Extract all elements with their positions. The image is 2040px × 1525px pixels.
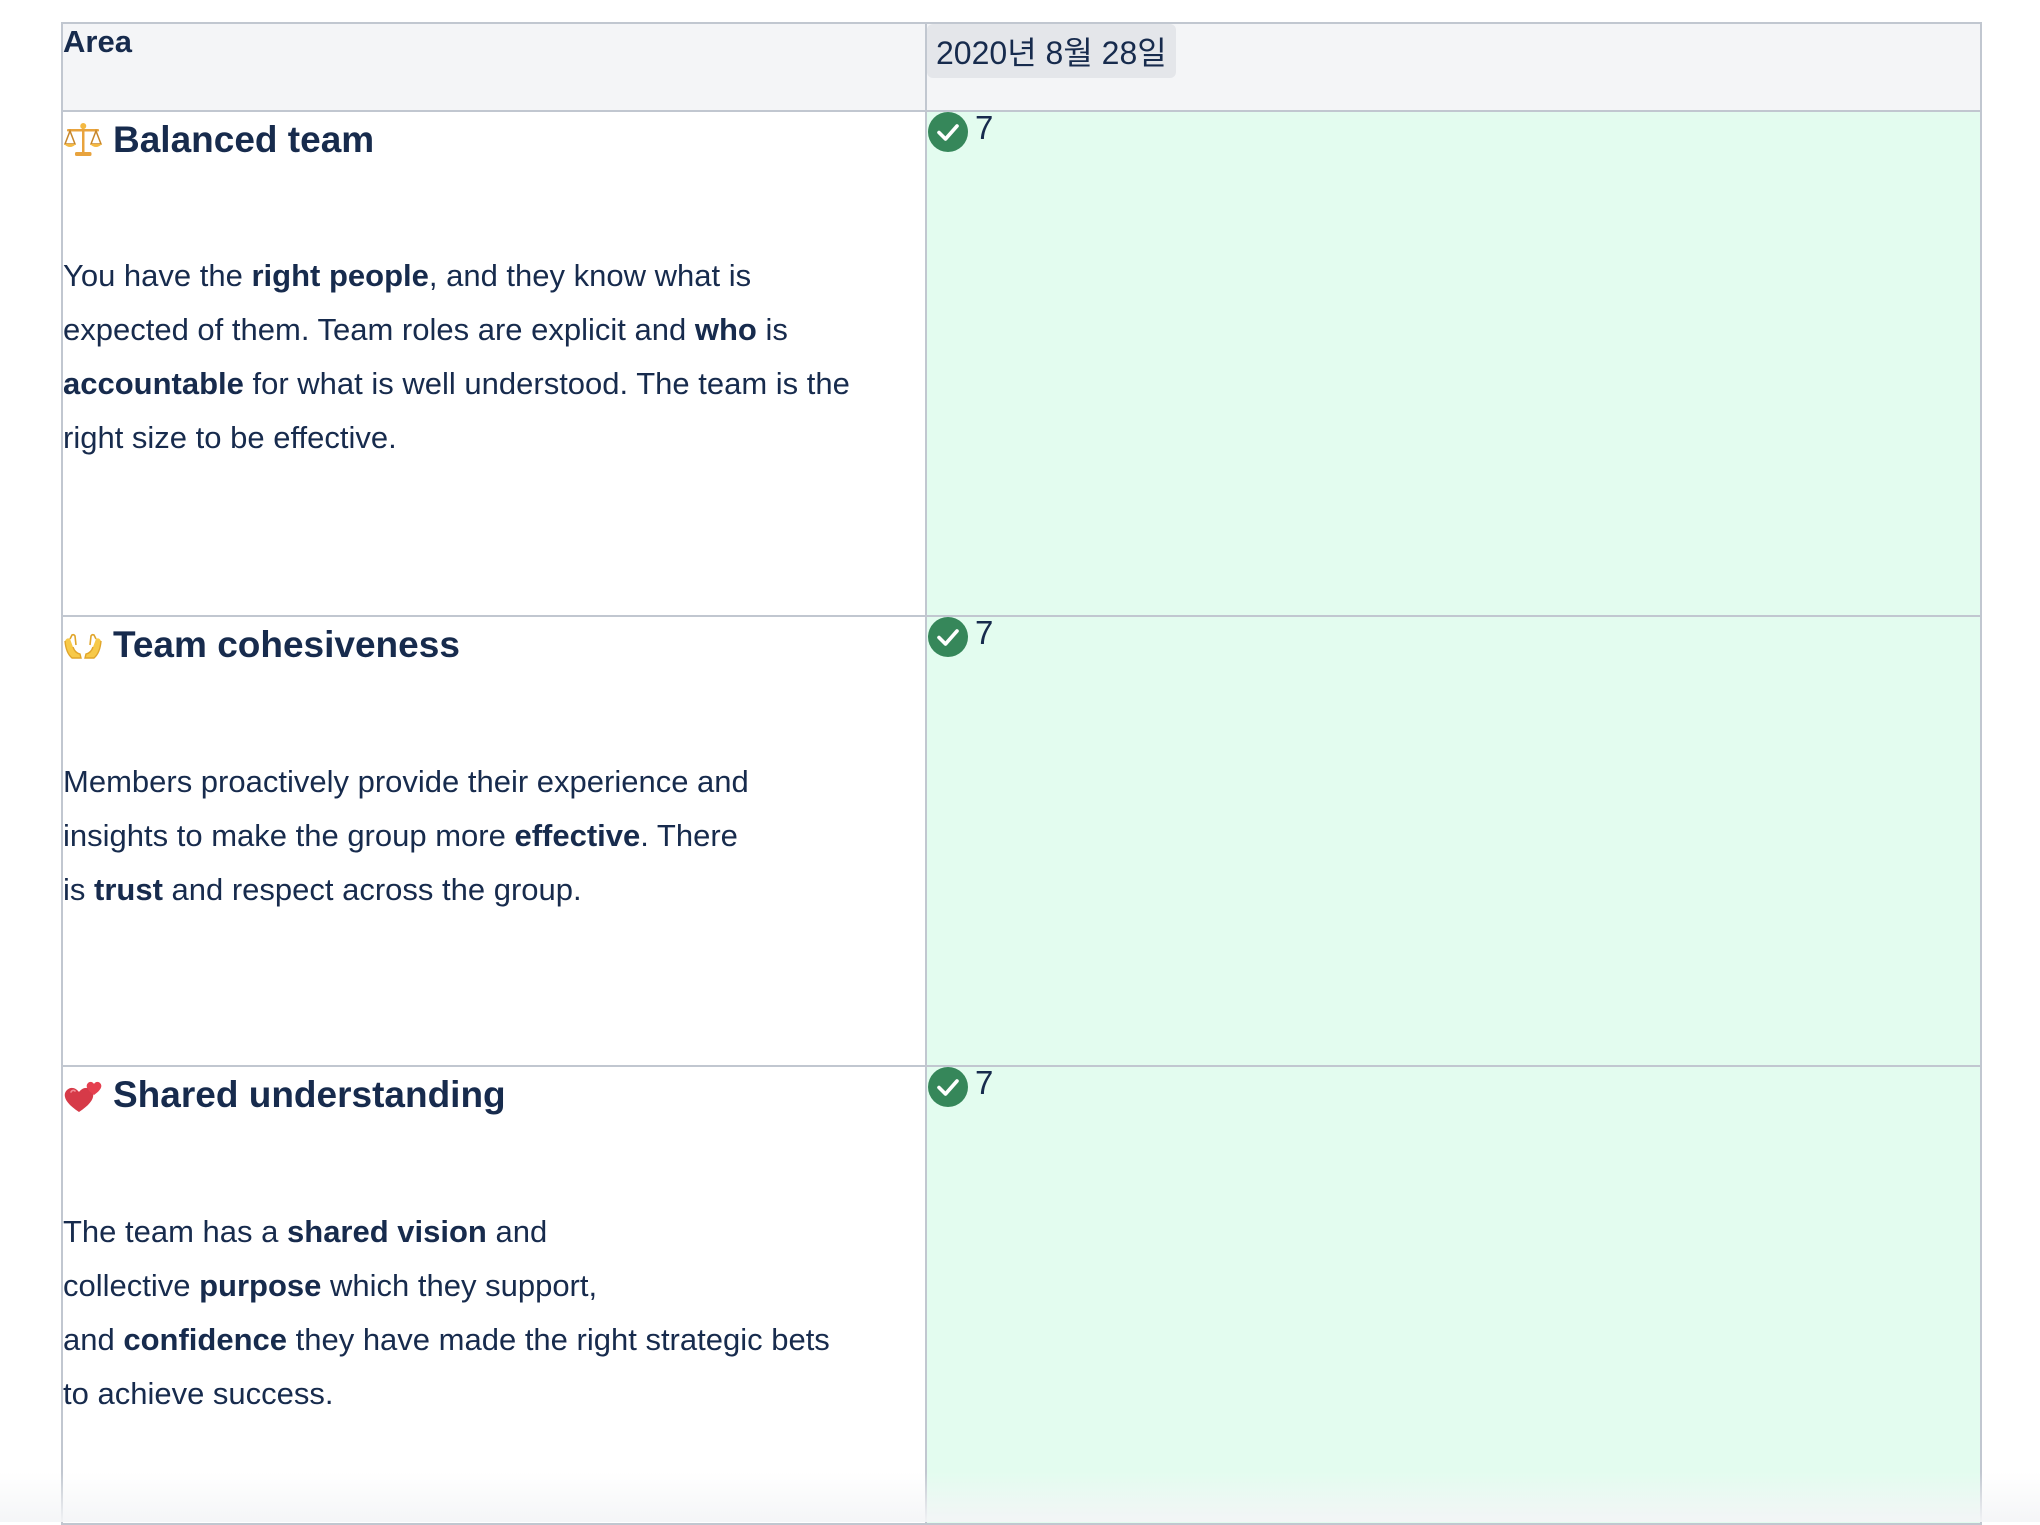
area-description: Members proactively provide their experi…: [63, 764, 749, 907]
health-monitor-table: Area 2020년 8월 28일 Balanced team You have…: [61, 22, 1982, 1525]
header-area: Area: [61, 22, 927, 112]
score-value: 7: [975, 614, 994, 651]
score: 7: [927, 614, 1980, 658]
balance-scale-icon: [63, 120, 103, 160]
score: 7: [927, 109, 1980, 153]
area-cell: Balanced team You have the right people,…: [61, 110, 927, 617]
emphasis-text: right people: [251, 258, 429, 293]
check-circle-icon: [927, 616, 969, 658]
area-description: You have the right people, and they know…: [63, 258, 850, 455]
check-circle-icon: [927, 111, 969, 153]
date-chip[interactable]: 2020년 8월 28일: [927, 24, 1176, 78]
table-row-shared-understanding: Shared understanding The team has a shar…: [61, 1064, 1982, 1525]
area-title: Team cohesiveness: [63, 624, 925, 666]
header-date[interactable]: 2020년 8월 28일: [925, 22, 1982, 112]
emphasis-text: who: [694, 312, 757, 347]
score-value: 7: [975, 1064, 994, 1101]
area-title: Shared understanding: [63, 1074, 925, 1116]
area-cell: Shared understanding The team has a shar…: [61, 1065, 927, 1525]
emphasis-text: accountable: [63, 366, 244, 401]
area-title-text: Team cohesiveness: [113, 624, 460, 665]
emphasis-text: confidence: [123, 1322, 287, 1357]
two-hearts-icon: [63, 1075, 103, 1115]
area-title-text: Shared understanding: [113, 1074, 506, 1115]
emphasis-text: shared vision: [287, 1214, 487, 1249]
score-cell[interactable]: 7: [925, 614, 1982, 1067]
area-cell: Team cohesiveness Members proactively pr…: [61, 615, 927, 1067]
area-title-text: Balanced team: [113, 119, 375, 160]
area-title: Balanced team: [63, 119, 925, 161]
area-description: The team has a shared vision and collecti…: [63, 1214, 830, 1411]
emphasis-text: effective: [514, 818, 641, 853]
emphasis-text: purpose: [199, 1268, 322, 1303]
check-circle-icon: [927, 1066, 969, 1108]
open-hands-icon: [63, 625, 103, 665]
emphasis-text: trust: [94, 872, 163, 907]
score-cell[interactable]: 7: [925, 1064, 1982, 1525]
table-row-team-cohesiveness: Team cohesiveness Members proactively pr…: [61, 614, 1982, 1067]
score: 7: [927, 1064, 1980, 1108]
table-row-balanced-team: Balanced team You have the right people,…: [61, 109, 1982, 617]
score-cell[interactable]: 7: [925, 109, 1982, 617]
header-row: Area 2020년 8월 28일: [61, 22, 1982, 112]
score-value: 7: [975, 109, 994, 146]
